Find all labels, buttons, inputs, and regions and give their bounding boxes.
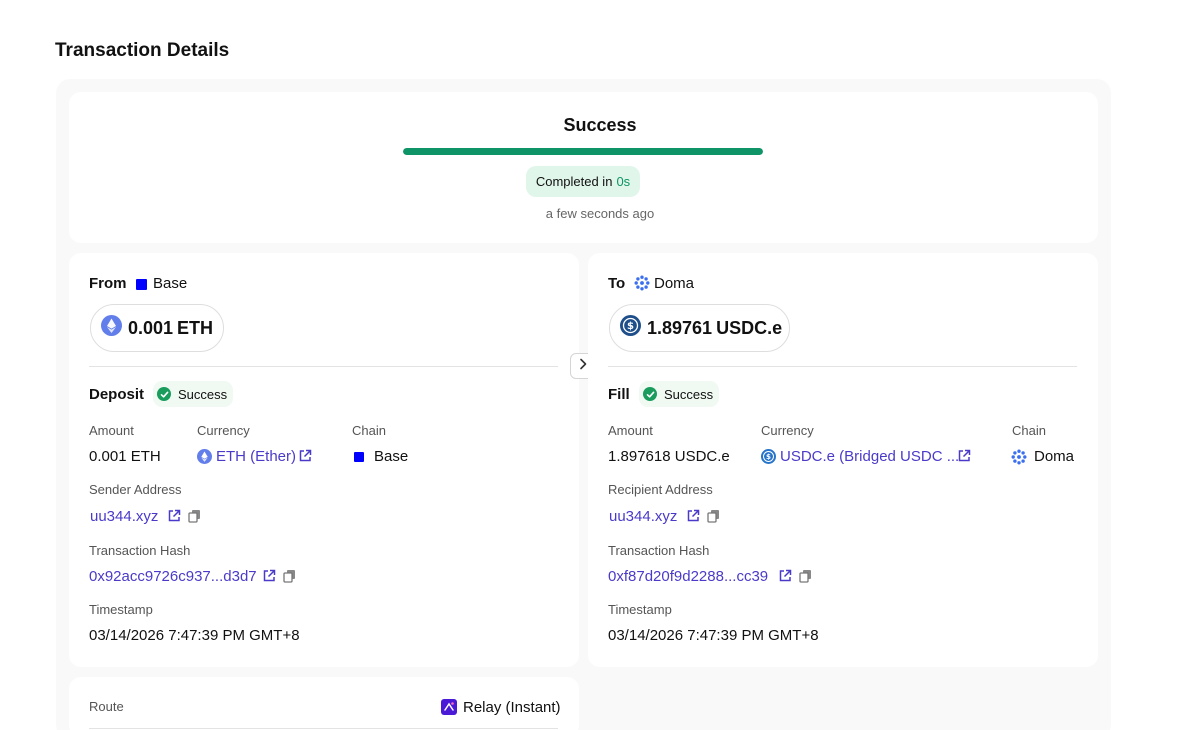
from-timestamp-label: Timestamp [89, 602, 153, 617]
route-divider [89, 728, 558, 729]
from-chain-name: Base [153, 275, 188, 292]
progress-bar [403, 148, 763, 155]
to-currency-label: Currency [761, 423, 814, 438]
usdc-icon: $ [620, 315, 641, 341]
to-timestamp-value: 03/14/2026 7:47:39 PM GMT+8 [608, 627, 819, 644]
to-amount-symbol: USDC.e [716, 317, 783, 338]
fill-title: Fill [608, 386, 630, 403]
page-title: Transaction Details [55, 40, 230, 61]
to-chain-label: Chain [1012, 423, 1046, 438]
to-chain-field: Doma [1034, 448, 1075, 465]
deposit-status-badge: Success [153, 381, 234, 407]
from-amount-field: 0.001 ETH [89, 448, 161, 465]
external-link-icon[interactable] [262, 569, 276, 588]
copy-icon[interactable] [799, 569, 812, 588]
copy-icon[interactable] [707, 509, 720, 528]
external-link-icon[interactable] [778, 569, 792, 588]
from-currency-link[interactable]: ETH (Ether) [216, 448, 296, 465]
from-chain-field: Base [374, 448, 409, 465]
progress-bar-fill [403, 148, 763, 155]
svg-text:$: $ [627, 321, 634, 332]
external-link-icon[interactable] [167, 509, 181, 528]
from-currency-label: Currency [197, 423, 250, 438]
to-hash-link[interactable]: 0xf87d20f9d2288...cc39 [608, 568, 768, 585]
external-link-icon[interactable] [686, 509, 700, 528]
status-title: Success [563, 115, 637, 135]
from-amount-label: Amount [89, 423, 134, 438]
usdc-icon: $ [761, 449, 776, 469]
deposit-status-text: Success [178, 386, 228, 402]
route-label: Route [89, 699, 124, 714]
base-square-icon [136, 279, 147, 290]
route-value: Relay (Instant) [463, 699, 561, 716]
completed-badge: Completed in 0s [526, 166, 640, 197]
check-circle-icon [643, 387, 657, 401]
from-amount-value: 0.001 [128, 317, 174, 338]
copy-icon[interactable] [188, 509, 201, 528]
sender-address-label: Sender Address [89, 482, 182, 497]
completed-label: Completed in [535, 174, 613, 189]
recipient-address-link[interactable]: uu344.xyz [609, 508, 677, 525]
to-hash-label: Transaction Hash [608, 543, 710, 558]
recipient-address-label: Recipient Address [608, 482, 713, 497]
to-amount-value: 1.89761 [647, 317, 713, 338]
deposit-title: Deposit [89, 386, 145, 403]
from-hash-label: Transaction Hash [89, 543, 191, 558]
fill-status-badge: Success [639, 381, 720, 407]
from-divider [89, 366, 558, 367]
to-chain-name: Doma [654, 275, 695, 292]
fill-status-text: Success [664, 386, 714, 402]
from-amount-pill: 0.001 ETH [90, 304, 224, 352]
from-timestamp-value: 03/14/2026 7:47:39 PM GMT+8 [89, 627, 300, 644]
from-hash-link[interactable]: 0x92acc9726c937...d3d7 [89, 568, 257, 585]
from-label: From [89, 275, 127, 292]
to-amount-field: 1.897618 USDC.e [608, 448, 730, 465]
svg-text:$: $ [766, 452, 771, 461]
copy-icon[interactable] [283, 569, 296, 588]
to-timestamp-label: Timestamp [608, 602, 672, 617]
from-chain-label: Chain [352, 423, 386, 438]
to-amount-label: Amount [608, 423, 653, 438]
doma-icon [634, 275, 650, 296]
external-link-icon[interactable] [298, 449, 312, 468]
from-amount-symbol: ETH [177, 317, 214, 338]
to-amount-pill: $ 1.89761 USDC.e [609, 304, 790, 352]
eth-icon [197, 449, 212, 469]
base-square-icon [354, 452, 364, 462]
sender-address-link[interactable]: uu344.xyz [90, 508, 158, 525]
to-currency-link[interactable]: USDC.e (Bridged USDC ... [780, 448, 959, 465]
chevron-right-icon [578, 357, 588, 375]
relay-icon [441, 699, 457, 720]
to-label: To [608, 275, 626, 292]
doma-icon [1011, 449, 1027, 470]
check-circle-icon [157, 387, 171, 401]
to-divider [608, 366, 1077, 367]
time-ago: a few seconds ago [545, 206, 655, 221]
external-link-icon[interactable] [957, 449, 971, 468]
eth-icon [101, 315, 122, 341]
completed-duration: 0s [616, 174, 631, 189]
